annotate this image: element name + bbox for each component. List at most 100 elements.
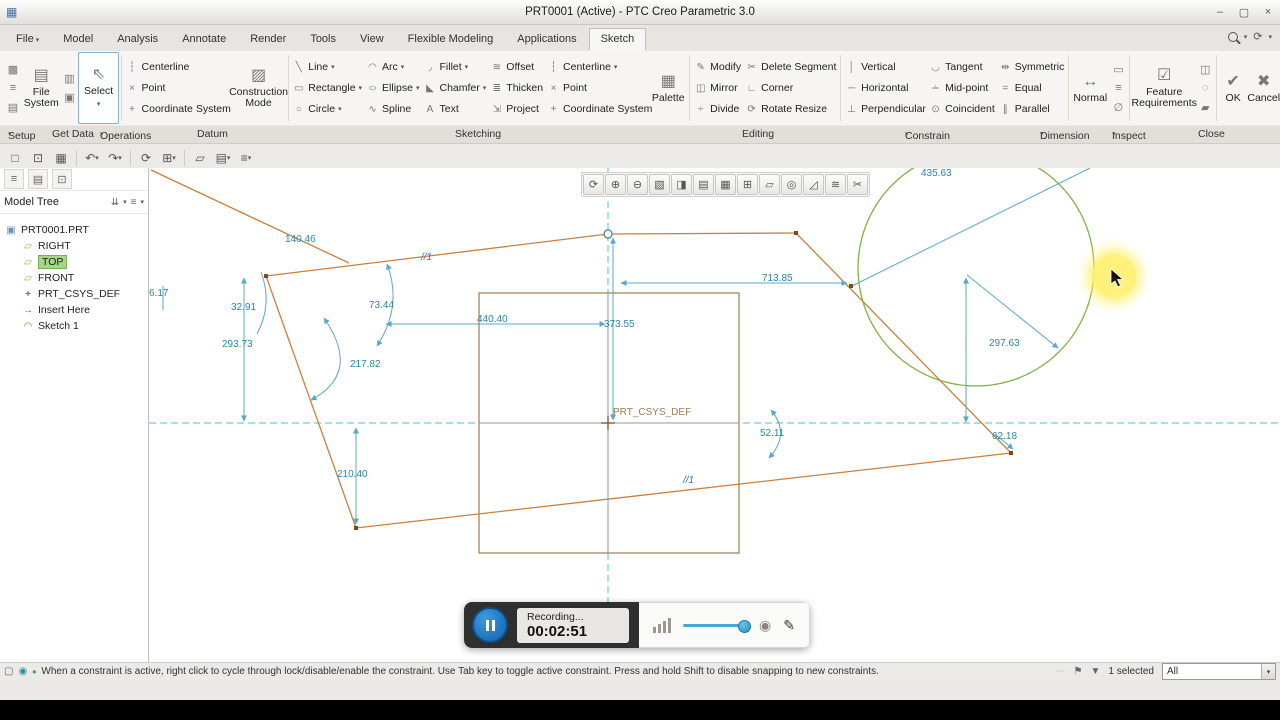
display-options-icon[interactable]: ⊞ ▾: [158, 148, 180, 168]
select-button[interactable]: ⇖ Select ▾: [78, 52, 119, 124]
copy-icon[interactable]: ▥: [60, 70, 78, 88]
dimension-label[interactable]: 210.40: [337, 469, 368, 480]
tab-applications[interactable]: Applications: [505, 28, 588, 51]
annotate-pencil-icon[interactable]: ✎: [783, 617, 795, 634]
search-icon[interactable]: [1227, 31, 1238, 42]
tangent-constraint-button[interactable]: ◡ Tangent: [927, 57, 997, 77]
minimize-icon[interactable]: –: [1214, 6, 1226, 18]
status-dots-icon[interactable]: ⋯: [1056, 666, 1066, 677]
tree-item-top[interactable]: ▱ TOP: [0, 254, 148, 270]
ellipse-button[interactable]: ○ Ellipse ▾: [364, 78, 421, 98]
top-vertex-marker[interactable]: [603, 229, 613, 239]
tree-item-sketch1[interactable]: ◠ Sketch 1: [0, 318, 148, 334]
tab-flexible-modeling[interactable]: Flexible Modeling: [396, 28, 506, 51]
spline-button[interactable]: ∿ Spline: [364, 99, 421, 119]
record-icon[interactable]: ◉: [759, 617, 771, 634]
dimension-label[interactable]: 713.85: [762, 273, 793, 284]
tab-annotate[interactable]: Annotate: [170, 28, 238, 51]
tree-filter-icon[interactable]: ⇊: [111, 197, 119, 208]
refit-icon[interactable]: ⟳: [583, 174, 604, 195]
parallel-constraint-tag[interactable]: //1: [421, 252, 432, 263]
circle-button[interactable]: ○ Circle ▾: [290, 99, 364, 119]
vertical-constraint-button[interactable]: │ Vertical: [843, 57, 927, 77]
datum-point-button[interactable]: × Point: [124, 78, 232, 98]
delete-segment-button[interactable]: ✂ Delete Segment: [743, 57, 838, 77]
layer-tree-icon[interactable]: ▤: [28, 169, 48, 189]
sketch-centerline-button[interactable]: ┆ Centerline ▾: [545, 57, 649, 77]
vertex-markers[interactable]: [264, 231, 1013, 530]
dimension-label[interactable]: 373.55: [604, 319, 635, 330]
chevron-down-icon[interactable]: ▾: [140, 198, 144, 206]
midpoint-constraint-button[interactable]: ∸ Mid-point: [927, 78, 997, 98]
saved-views-icon[interactable]: ▤: [693, 174, 714, 195]
tab-analysis[interactable]: Analysis: [105, 28, 170, 51]
sketch-coordinate-system-button[interactable]: + Coordinate System: [545, 99, 653, 119]
file-system-button[interactable]: ▤ File System: [22, 52, 60, 124]
dimension-label[interactable]: 440.40: [477, 314, 508, 325]
chevron-down-icon[interactable]: ▾: [1244, 33, 1248, 41]
sketch-display-icon[interactable]: ≋: [825, 174, 846, 195]
divide-button[interactable]: ÷ Divide: [692, 99, 743, 119]
chevron-down-icon[interactable]: ▾: [1268, 33, 1272, 41]
rotate-resize-button[interactable]: ⟳ Rotate Resize: [743, 99, 838, 119]
tab-view[interactable]: View: [348, 28, 396, 51]
slider-thumb[interactable]: [738, 619, 751, 633]
palette-button[interactable]: ▦ Palette: [649, 52, 687, 124]
display-style-icon[interactable]: ◨: [671, 174, 692, 195]
text-button[interactable]: A Text: [422, 99, 489, 119]
new-file-icon[interactable]: □: [4, 148, 26, 168]
spin-center-icon[interactable]: ◎: [781, 174, 802, 195]
tab-model[interactable]: Model: [51, 28, 105, 51]
parallel-constraint-button[interactable]: ∥ Parallel: [997, 99, 1067, 119]
view-manager-icon[interactable]: ▦: [715, 174, 736, 195]
mirror-button[interactable]: ◫ Mirror: [692, 78, 743, 98]
datum-display-icon[interactable]: ⊞: [737, 174, 758, 195]
perpendicular-constraint-button[interactable]: ⊥ Perpendicular: [843, 99, 927, 119]
ok-button[interactable]: ✔ OK: [1219, 52, 1247, 124]
reference-dimension-icon[interactable]: ∅: [1109, 98, 1127, 116]
graphics-canvas[interactable]: ⟳ ⊕ ⊖ ▧ ◨ ▤ ▦ ⊞ ▱ ◎ ◿ ≋ ✂ 435.63 140.46 …: [149, 168, 1280, 663]
zoom-in-icon[interactable]: ⊕: [605, 174, 626, 195]
plane-display-icon[interactable]: ▱: [189, 148, 211, 168]
sketch-circle[interactable]: [857, 168, 1095, 387]
datum-coordinate-system-button[interactable]: + Coordinate System: [124, 99, 232, 119]
dimension-label[interactable]: 73.44: [369, 300, 394, 311]
tree-tab-icon[interactable]: ≡: [4, 169, 24, 189]
sketch-properties-icon[interactable]: ≡: [4, 79, 22, 97]
sketch-lines[interactable]: [150, 169, 1012, 529]
tree-item-csys[interactable]: + PRT_CSYS_DEF: [0, 286, 148, 302]
dimension-label[interactable]: 32.91: [231, 302, 256, 313]
tree-item-insert-here[interactable]: → Insert Here: [0, 302, 148, 318]
filter-dropdown[interactable]: All ▾: [1162, 663, 1276, 680]
undo-icon[interactable]: ↶ ▾: [81, 148, 103, 168]
shade-closed-loops-icon[interactable]: ▰: [1196, 98, 1214, 116]
dimension-label[interactable]: 52.11: [760, 428, 784, 439]
dimension-label[interactable]: 435.63: [921, 168, 952, 179]
sketch-setup-icon[interactable]: ▩: [4, 60, 22, 78]
cancel-button[interactable]: ✖ Cancel: [1247, 52, 1280, 124]
grid-display-icon[interactable]: ▤ ▾: [212, 148, 234, 168]
sketch-point-button[interactable]: × Point: [545, 78, 649, 98]
rectangle-button[interactable]: ▭ Rectangle ▾: [290, 78, 364, 98]
message-log-icon[interactable]: ▢: [4, 666, 13, 677]
arc-button[interactable]: ◠ Arc ▾: [364, 57, 421, 77]
flag-icon[interactable]: ⚑: [1074, 666, 1083, 677]
filter-funnel-icon[interactable]: ▼: [1091, 666, 1101, 677]
fillet-button[interactable]: ◞ Fillet ▾: [422, 57, 489, 77]
normal-dimension-button[interactable]: ↔ Normal: [1071, 52, 1109, 124]
overlapping-geometry-icon[interactable]: ◫: [1196, 60, 1214, 78]
datum-centerline-button[interactable]: ┆ Centerline: [124, 57, 232, 77]
zoom-out-icon[interactable]: ⊖: [627, 174, 648, 195]
modify-button[interactable]: ✎ Modify: [692, 57, 743, 77]
tab-file[interactable]: File ▾: [4, 28, 51, 51]
dimension-label[interactable]: 217.82: [350, 359, 381, 370]
tree-settings-icon[interactable]: ≡: [131, 197, 137, 208]
tree-item-right[interactable]: ▱ RIGHT: [0, 238, 148, 254]
dimension-lines[interactable]: [162, 168, 1091, 525]
coincident-constraint-button[interactable]: ⊙ Coincident: [927, 99, 997, 119]
save-icon[interactable]: ▦: [50, 148, 72, 168]
parallel-constraint-tag[interactable]: //1: [683, 475, 694, 486]
pause-button[interactable]: [472, 607, 508, 643]
regenerate-icon[interactable]: ⟳: [135, 148, 157, 168]
symmetric-constraint-button[interactable]: ⇹ Symmetric: [997, 57, 1067, 77]
